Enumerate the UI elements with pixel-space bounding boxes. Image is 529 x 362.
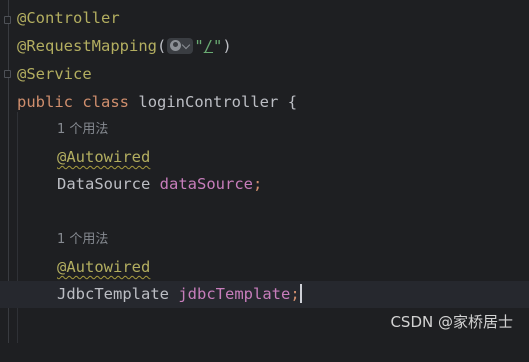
code-editor[interactable]: @Controller @RequestMapping( "/") @Servic… <box>0 0 529 343</box>
class-name: loginController <box>138 93 279 111</box>
open-brace: { <box>287 93 298 111</box>
chevron-down-icon <box>182 40 191 49</box>
usage-hint-line[interactable]: 1 个用法 <box>0 226 529 253</box>
watermark: CSDN @家桥居士 <box>390 313 513 331</box>
usage-hint[interactable]: 1 个用法 <box>57 226 108 253</box>
code-line-autowired-1[interactable]: @Autowired <box>0 144 529 171</box>
globe-dropdown-icon[interactable] <box>167 37 194 54</box>
annotation-autowired: @Autowired <box>57 258 151 276</box>
annotation-service: @Service <box>17 65 92 83</box>
usage-hint[interactable]: 1 个用法 <box>57 116 108 143</box>
quote-close: " <box>213 37 223 55</box>
usage-hint-line[interactable]: 1 个用法 <box>0 116 529 143</box>
open-paren: ( <box>156 37 167 55</box>
code-line-request-mapping[interactable]: @RequestMapping( "/") <box>0 33 529 60</box>
field-name: jdbcTemplate <box>178 285 291 303</box>
code-line-autowired-2[interactable]: @Autowired <box>0 254 529 281</box>
code-line-service[interactable]: @Service <box>0 61 529 88</box>
quote-open: " <box>194 37 204 55</box>
text-caret <box>299 284 302 303</box>
annotation-controller: @Controller <box>17 9 120 27</box>
semicolon: ; <box>290 285 300 303</box>
code-line-controller[interactable]: @Controller <box>0 5 529 32</box>
keyword-class: class <box>82 93 130 111</box>
field-name: dataSource <box>159 175 253 193</box>
field-type: DataSource <box>57 175 151 193</box>
code-line-class-declaration[interactable]: public class loginController { <box>0 89 529 116</box>
code-line-jdbctemplate-field[interactable]: JdbcTemplate jdbcTemplate; <box>0 281 529 308</box>
annotation-request-mapping: @RequestMapping <box>17 37 157 55</box>
annotation-autowired: @Autowired <box>57 148 151 166</box>
keyword-public: public <box>17 93 73 111</box>
semicolon: ; <box>253 175 263 193</box>
close-paren: ) <box>222 37 232 55</box>
code-line-datasource-field[interactable]: DataSource dataSource; <box>0 171 529 198</box>
mapping-path[interactable]: / <box>204 37 213 55</box>
field-type: JdbcTemplate <box>57 285 169 303</box>
